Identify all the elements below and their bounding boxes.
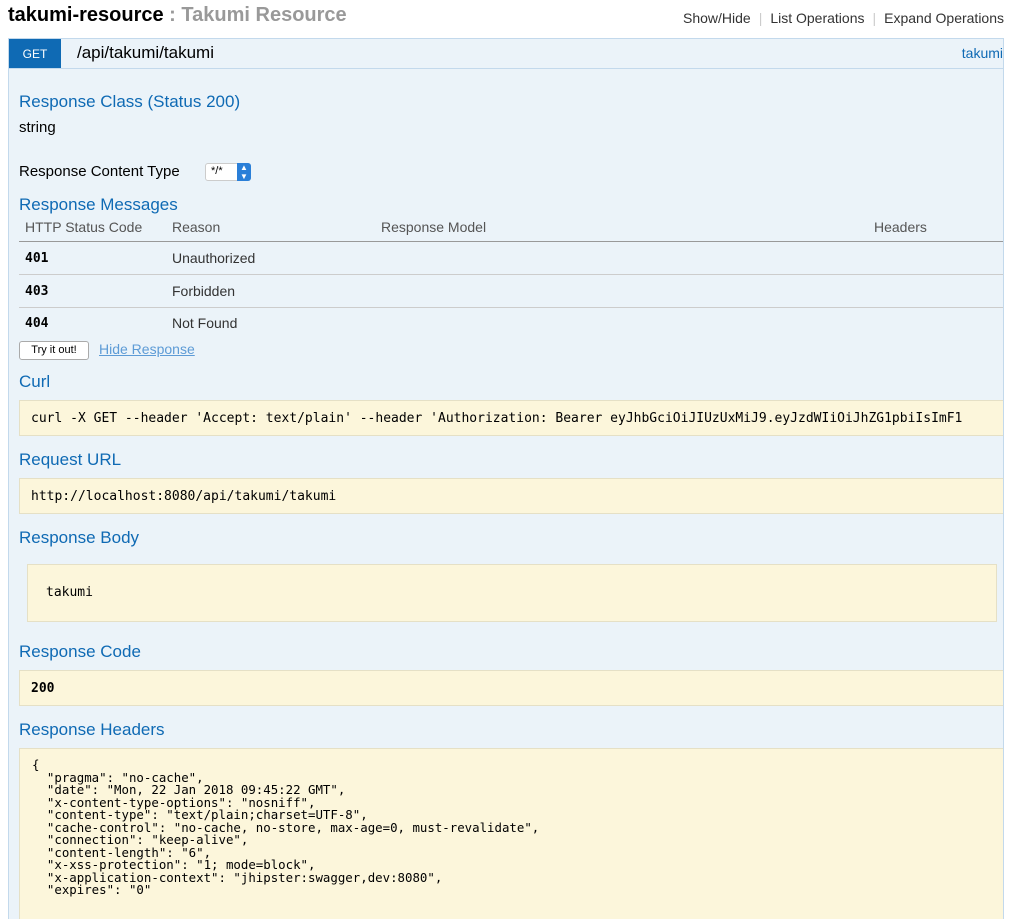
status-code-cell: 404 <box>25 315 49 331</box>
response-body-value: takumi <box>46 585 93 600</box>
response-class-heading: Response Class (Status 200) <box>19 92 241 111</box>
expand-operations-link[interactable]: Expand Operations <box>884 10 1004 26</box>
reason-cell: Unauthorized <box>166 241 375 275</box>
response-body-heading: Response Body <box>19 528 140 547</box>
link-divider: | <box>758 10 763 26</box>
model-cell <box>375 308 868 339</box>
request-url-block[interactable]: http://localhost:8080/api/takumi/takumi <box>19 478 1003 514</box>
curl-command: curl -X GET --header 'Accept: text/plain… <box>31 411 963 426</box>
curl-heading: Curl <box>19 372 51 391</box>
response-headers-block[interactable]: { "pragma": "no-cache", "date": "Mon, 22… <box>19 748 1003 919</box>
resource-title[interactable]: takumi-resource : Takumi Resource <box>8 4 347 27</box>
request-url-value: http://localhost:8080/api/takumi/takumi <box>31 489 337 504</box>
content-type-value: */* <box>211 165 223 177</box>
headers-cell <box>868 241 1003 275</box>
response-messages-table: HTTP Status Code Reason Response Model H… <box>19 219 1003 339</box>
response-code-heading: Response Code <box>19 642 141 661</box>
response-headers-heading: Response Headers <box>19 720 165 739</box>
request-url-heading: Request URL <box>19 450 122 469</box>
model-cell <box>375 274 868 308</box>
http-method-badge[interactable]: GET <box>9 39 61 68</box>
resource-name[interactable]: takumi-resource <box>8 4 164 26</box>
resource-links: Show/Hide | List Operations | Expand Operati… <box>683 10 1004 26</box>
resource-header: takumi-resource : Takumi Resource Show/H… <box>0 0 1024 36</box>
response-body-block[interactable]: takumi <box>27 564 997 622</box>
column-header: HTTP Status Code <box>19 219 166 242</box>
model-cell <box>375 241 868 275</box>
curl-block[interactable]: curl -X GET --header 'Accept: text/plain… <box>19 400 1003 436</box>
try-it-out-button[interactable]: Try it out! <box>19 341 89 360</box>
headers-cell <box>868 274 1003 308</box>
reason-cell: Not Found <box>172 315 238 331</box>
response-class-type: string <box>19 119 56 136</box>
content-type-select[interactable]: */* ▲ ▼ <box>205 163 251 181</box>
table-header-row: HTTP Status Code Reason Response Model H… <box>19 219 1003 242</box>
column-header: Reason <box>166 219 375 242</box>
column-header: Response Model <box>375 219 868 242</box>
response-messages-heading: Response Messages <box>19 195 178 214</box>
table-row: 403 Forbidden <box>19 274 1003 308</box>
show-hide-link[interactable]: Show/Hide <box>683 10 751 26</box>
response-code-value: 200 <box>31 681 55 696</box>
reason-cell: Forbidden <box>166 274 375 308</box>
content-type-label: Response Content Type <box>19 163 180 180</box>
hide-response-link[interactable]: Hide Response <box>99 341 195 357</box>
link-divider: | <box>872 10 877 26</box>
list-operations-link[interactable]: List Operations <box>770 10 864 26</box>
table-row: 401 Unauthorized <box>19 241 1003 275</box>
table-row: 404 Not Found <box>19 308 1003 339</box>
operation-heading[interactable]: GET /api/takumi/takumi takumi <box>9 39 1003 69</box>
response-code-block[interactable]: 200 <box>19 670 1003 706</box>
operation-panel: GET /api/takumi/takumi takumi Response C… <box>8 38 1004 919</box>
resource-separator: : <box>163 4 182 26</box>
status-code-cell: 403 <box>19 274 166 308</box>
resource-description: Takumi Resource <box>181 4 347 26</box>
response-headers-value: { "pragma": "no-cache", "date": "Mon, 22… <box>32 757 540 897</box>
operation-tag-link[interactable]: takumi <box>962 45 1003 61</box>
headers-cell <box>868 308 1003 339</box>
select-arrows-icon: ▲ ▼ <box>237 163 251 181</box>
status-code-cell: 401 <box>19 241 166 275</box>
column-header: Headers <box>868 219 1003 242</box>
operation-path[interactable]: /api/takumi/takumi <box>77 43 214 63</box>
